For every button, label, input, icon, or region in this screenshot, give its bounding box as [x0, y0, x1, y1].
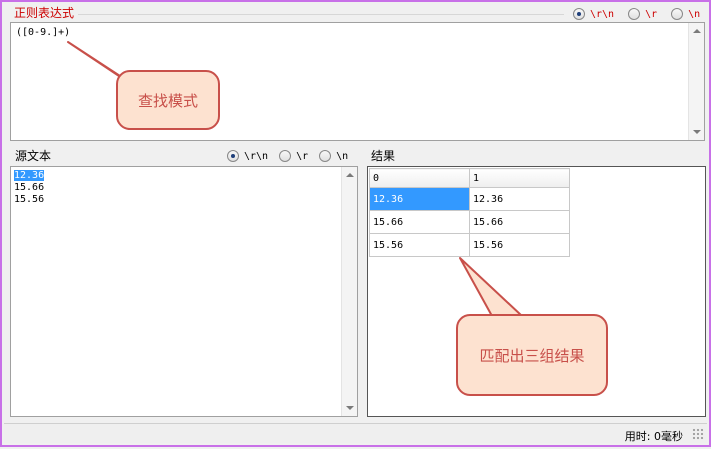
- pattern-callout: 查找模式: [116, 70, 220, 130]
- status-bar: 用时: 0毫秒: [4, 423, 707, 443]
- result-callout-pointer: [459, 257, 523, 317]
- elapsed-time: 用时: 0毫秒: [624, 430, 683, 443]
- result-callout: 匹配出三组结果: [456, 314, 608, 396]
- app-window: 正则表达式 \r\n \r \n ([0-9.]+) 源文本 \r\n \r \…: [0, 0, 711, 447]
- resize-grip-icon[interactable]: [692, 428, 704, 440]
